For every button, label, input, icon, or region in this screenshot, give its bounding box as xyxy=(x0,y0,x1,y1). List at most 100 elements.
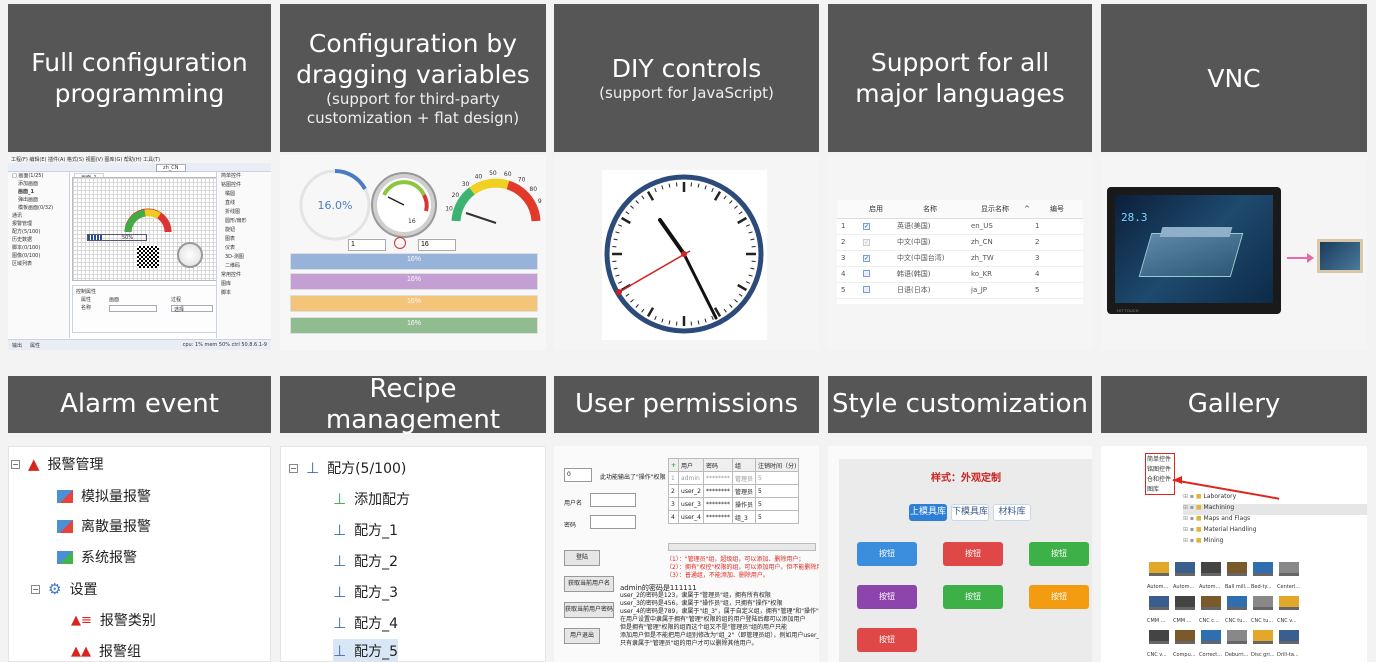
green-button[interactable]: 按钮 xyxy=(1029,542,1089,566)
widget-item[interactable]: 圆形/扇形 xyxy=(217,217,271,226)
gallery-item-icon[interactable] xyxy=(1201,562,1221,582)
tree-item[interactable]: 脚本(0/100) xyxy=(8,244,69,252)
qr-code-widget[interactable] xyxy=(137,246,159,268)
tab-upper-mold[interactable]: 上模具库 xyxy=(909,504,947,521)
gallery-item-icon[interactable] xyxy=(1279,630,1299,650)
tree-item[interactable]: □ 画面(1/25) xyxy=(8,172,69,180)
red-button-2[interactable]: 按钮 xyxy=(857,628,917,652)
output-tab[interactable]: 输出 xyxy=(12,342,22,349)
table-row[interactable]: 5 日语(日本) ja_JP 5 xyxy=(837,282,1083,299)
gallery-item-icon[interactable] xyxy=(1201,596,1221,616)
gallery-item-icon[interactable] xyxy=(1253,630,1273,650)
gallery-item-icon[interactable] xyxy=(1227,562,1247,582)
table-row[interactable]: 1 admin ******** 管理员 5 xyxy=(667,471,800,485)
widget-item[interactable]: 直线 xyxy=(217,199,271,208)
widget-category[interactable]: 简单控件 xyxy=(217,172,271,181)
tree-node-analog-alarm[interactable]: 模拟量报警 xyxy=(57,481,151,511)
table-row[interactable]: 2 user_2 ******** 管理员 5 xyxy=(667,484,800,498)
language-select[interactable]: zh_CN xyxy=(156,164,186,172)
password-input[interactable] xyxy=(590,515,636,529)
widget-item[interactable]: 仪表 xyxy=(217,244,271,253)
tree-node-recipe[interactable]: ⊥ 配方_1 xyxy=(333,515,398,545)
tree-node-add-recipe[interactable]: ⊥ 添加配方 xyxy=(333,484,410,514)
property-tab[interactable]: 属性 xyxy=(30,342,40,349)
widget-category[interactable]: 常用控件 xyxy=(217,271,271,280)
tree-node-recipe[interactable]: ⊥ 配方_3 xyxy=(333,577,398,607)
tree-item[interactable]: 弹出画面 xyxy=(8,196,69,204)
menu-bar[interactable]: 工程(F) 编辑(E) 插件(A) 格式(S) 视图(V) 图库(G) 帮助(H… xyxy=(8,155,271,163)
add-user-icon[interactable]: + xyxy=(667,458,680,472)
gallery-item-icon[interactable] xyxy=(1253,562,1273,582)
design-canvas[interactable]: 50% xyxy=(72,177,217,281)
tree-item[interactable]: 模板画面(0/32) xyxy=(8,204,69,212)
green-button-2[interactable]: 按钮 xyxy=(943,585,1003,609)
tree-item[interactable]: 通讯 xyxy=(8,212,69,220)
tree-node-material-handling[interactable]: ⊞ ▪ ■ Material Handling xyxy=(1183,526,1257,537)
toolbar[interactable]: zh_CN xyxy=(8,163,271,172)
gallery-item-icon[interactable] xyxy=(1227,596,1247,616)
gallery-item-icon[interactable] xyxy=(1175,630,1195,650)
tree-node-recipe[interactable]: ⊥ 配方_4 xyxy=(333,608,398,638)
tab-material[interactable]: 材料库 xyxy=(993,504,1031,521)
blue-button[interactable]: 按钮 xyxy=(857,542,917,566)
tree-node-recipe-root[interactable]: − ⊥ 配方(5/100) xyxy=(289,453,406,483)
gallery-item-icon[interactable] xyxy=(1227,630,1247,650)
sort-icon[interactable]: ^ xyxy=(1023,200,1031,219)
red-button[interactable]: 按钮 xyxy=(943,542,1003,566)
widget-category[interactable]: 铭图控件 xyxy=(217,181,271,190)
input-a[interactable]: 1 xyxy=(348,239,386,251)
get-current-user-button[interactable]: 获取当前用户名 xyxy=(564,576,614,592)
tree-item[interactable]: 区域列表 xyxy=(8,260,69,268)
enable-checkbox[interactable] xyxy=(859,266,893,283)
tab-lower-mold[interactable]: 下模具库 xyxy=(951,504,989,521)
enable-checkbox[interactable] xyxy=(859,282,893,299)
tree-node-laboratory[interactable]: ⊞ ▪ ■ Laboratory xyxy=(1183,493,1236,504)
menu-gallery[interactable]: 图库 xyxy=(1147,484,1159,495)
get-current-password-button[interactable]: 获取当前用户密码 xyxy=(564,602,614,618)
tree-node-alarm-root[interactable]: − ▲ 报警管理 xyxy=(11,449,104,479)
permission-value-input[interactable]: 0 xyxy=(564,468,592,482)
property-select[interactable]: 选择 xyxy=(171,305,213,313)
collapse-icon[interactable]: − xyxy=(11,459,20,469)
collapse-icon[interactable]: − xyxy=(31,584,40,594)
widget-category[interactable]: 图库 xyxy=(217,280,271,289)
property-select[interactable] xyxy=(109,305,157,312)
table-row[interactable]: 4 韩语(韩国) ko_KR 4 xyxy=(837,266,1083,283)
tree-node-mining[interactable]: ⊞ ▪ ■ Mining xyxy=(1183,537,1223,548)
enable-checkbox[interactable]: ✓ xyxy=(859,218,893,235)
widget-item[interactable]: 二维码 xyxy=(217,262,271,271)
tree-node-settings[interactable]: − ⚙ 设置 xyxy=(31,574,97,604)
gallery-item-icon[interactable] xyxy=(1175,562,1195,582)
logout-button[interactable]: 用户退出 xyxy=(564,628,600,644)
table-row[interactable]: 4 user_4 ******** 组_3 5 xyxy=(667,510,800,524)
orange-button[interactable]: 按钮 xyxy=(1029,585,1089,609)
username-input[interactable] xyxy=(590,493,636,507)
horizontal-scrollbar[interactable] xyxy=(668,543,816,551)
tree-item[interactable]: 配方(5/100) xyxy=(8,228,69,236)
enable-checkbox[interactable]: ✓ xyxy=(859,234,893,251)
login-button[interactable]: 登陆 xyxy=(564,550,600,566)
tree-node-alarm-group[interactable]: ▲▲ 报警组 xyxy=(71,636,141,661)
gallery-item-icon[interactable] xyxy=(1201,630,1221,650)
table-row[interactable]: 1 ✓ 英语(美国) en_US 1 xyxy=(837,218,1083,235)
widget-item[interactable]: 3D-测图 xyxy=(217,253,271,262)
widget-item[interactable]: 折线图 xyxy=(217,208,271,217)
tree-node-alarm-category[interactable]: ▲≡ 报警类别 xyxy=(71,605,156,635)
widget-item[interactable]: 图表 xyxy=(217,235,271,244)
knob-widget[interactable] xyxy=(177,242,203,268)
table-row[interactable]: 2 ✓ 中文(中国) zh_CN 2 xyxy=(837,234,1083,251)
enable-checkbox[interactable]: ✓ xyxy=(859,250,893,267)
gallery-item-icon[interactable] xyxy=(1279,562,1299,582)
gallery-item-icon[interactable] xyxy=(1149,562,1169,582)
tree-item[interactable]: 画面_1 xyxy=(8,188,69,196)
tree-item[interactable]: 图像(0/100) xyxy=(8,252,69,260)
collapse-icon[interactable]: − xyxy=(289,463,298,473)
widget-item[interactable]: 橘圆 xyxy=(217,190,271,199)
table-row[interactable]: 3 ✓ 中文(中国台湾) zh_TW 3 xyxy=(837,250,1083,267)
gallery-item-icon[interactable] xyxy=(1175,596,1195,616)
widget-category[interactable]: 脚本 xyxy=(217,289,271,298)
gallery-item-icon[interactable] xyxy=(1149,630,1169,650)
gallery-item-icon[interactable] xyxy=(1253,596,1273,616)
gauge-widget[interactable] xyxy=(123,204,173,234)
purple-button[interactable]: 按钮 xyxy=(857,585,917,609)
